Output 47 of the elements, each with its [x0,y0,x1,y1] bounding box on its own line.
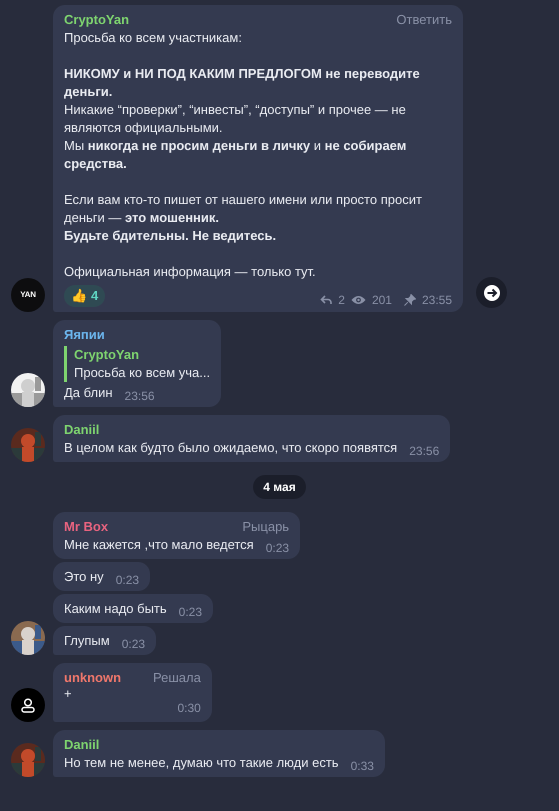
member-role: Ответить [396,11,452,29]
message-line: Глупым [64,632,110,650]
date-pill: 4 мая [253,475,306,499]
share-button[interactable] [476,277,507,308]
message-time: 0:33 [350,759,374,773]
message-time: 0:23 [266,541,290,555]
reply-count: 2 [338,292,345,309]
avatar-logo-text: YAN [20,289,36,301]
message-line: Это ну [64,568,104,586]
message-line: В целом как будто было ожидаемо, что скоро появятся [64,439,398,457]
message-line: Мне кажется ,что мало ведется [64,536,254,554]
view-count: 201 [372,292,392,309]
message-line: Официальная информация — только тут. [64,263,317,281]
message-line: Будьте бдительны. Не ведитесь. [64,227,278,245]
sender-name[interactable]: Яяпии [64,326,105,344]
user-avatar[interactable] [11,688,45,722]
message-line: НИКОМУ и НИ ПОД КАКИМ ПРЕДЛОГОМ не переводите деньги. [64,65,421,101]
message-time: 0:23 [122,637,146,651]
message-time: 23:56 [409,444,440,458]
reply-arrow-icon [320,295,332,305]
message-line: Если вам кто-то пишет от нашего имени или просто просит деньги — это мошенник. [64,191,423,227]
sender-name[interactable]: Daniil [64,736,100,754]
message-line: + [64,685,73,703]
message-line: Никакие “проверки”, “инвесты”, “доступы” и прочее — не являются официальными. [64,101,407,137]
message-line: Да блин [64,384,113,402]
eye-icon [350,295,366,305]
message-time: 0:23 [116,573,140,587]
message-time: 23:56 [124,389,155,403]
sender-name[interactable]: Daniil [64,421,100,439]
sender-name[interactable]: Mr Box [64,518,108,536]
member-role: Решала [153,669,201,687]
message-line: Каким надо быть [64,600,167,618]
message-line: Мы никогда не просим деньги в личку и не собираем средства. [64,137,408,173]
quote-text: Просьба ко всем уча... [74,364,210,382]
reaction-chip[interactable]: 👍 4 [64,285,106,307]
reply-quote[interactable]: CryptoYan Просьба ко всем уча... [64,346,210,382]
sender-name[interactable]: CryptoYan [64,11,130,29]
message-line: Просьба ко всем участникам: [64,29,243,47]
message-line: Но тем не менее, думаю что такие люди есть [64,754,339,772]
quote-sender: CryptoYan [74,346,140,364]
channel-avatar[interactable]: YAN [11,278,45,312]
message-time: 0:30 [178,701,201,715]
message-time: 0:23 [178,605,202,619]
sender-name[interactable]: unknown [64,669,122,687]
member-role: Рыцарь [242,518,290,536]
person-icon [21,698,35,712]
message-time: 23:55 [422,292,452,309]
